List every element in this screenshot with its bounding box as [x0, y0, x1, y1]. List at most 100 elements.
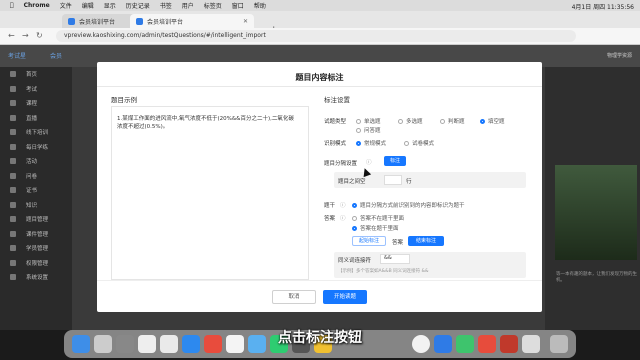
- sidebar-item[interactable]: 线下培训: [0, 125, 72, 140]
- mac-menubar:  Chrome 文件 编辑 显示 历史记录 书签 用户 标签页 窗口 帮助 4…: [0, 0, 640, 11]
- sidebar-icon: [10, 143, 16, 150]
- split-label: 题目分隔设置: [324, 161, 358, 167]
- divider: [97, 86, 542, 87]
- reload-icon[interactable]: ↻: [36, 31, 43, 40]
- sidebar-item[interactable]: 课程: [0, 96, 72, 111]
- help-icon[interactable]: ⓘ: [366, 158, 372, 166]
- sidebar-item[interactable]: 活动: [0, 154, 72, 169]
- mode-label: 识别模式: [324, 141, 347, 147]
- example-title: 题目示例: [111, 96, 137, 104]
- close-icon[interactable]: ✕: [243, 18, 248, 25]
- sep-row: 同义词连接符 && 【示例】多个答案如A&&B 同义词连接符 &&: [334, 252, 526, 278]
- menu-item[interactable]: 帮助: [254, 1, 266, 10]
- between-label: 题目之间空: [338, 179, 366, 185]
- radio-circle: [352, 215, 357, 221]
- start-mark-button[interactable]: 起始标注: [352, 236, 386, 246]
- menu-item[interactable]: 用户: [182, 1, 194, 10]
- radio-single[interactable]: 单选题: [356, 117, 381, 125]
- mark-button[interactable]: 标注: [384, 156, 406, 166]
- browser-tab-active[interactable]: 会员培训平台 ✕: [130, 14, 254, 28]
- modal-title: 题目内容标注: [295, 73, 344, 82]
- radio-answer-outside[interactable]: 答案不在题干里面: [352, 214, 404, 222]
- radio-circle: [398, 118, 403, 124]
- answer-word: 答案: [392, 240, 404, 246]
- sidebar-icon: [10, 230, 16, 237]
- sidebar-item[interactable]: 直播: [0, 111, 72, 126]
- menu-item[interactable]: 编辑: [82, 1, 94, 10]
- sidebar-item[interactable]: 问卷: [0, 169, 72, 184]
- radio-fill[interactable]: 填空题: [480, 117, 505, 125]
- sidebar-icon: [10, 85, 16, 92]
- sidebar-item[interactable]: 学员管理: [0, 241, 72, 256]
- cancel-button[interactable]: 取消: [272, 290, 316, 304]
- end-mark-button[interactable]: 结束标注: [408, 236, 444, 246]
- favicon-icon: [136, 17, 143, 25]
- apple-icon[interactable]: : [10, 2, 14, 9]
- radio-normal-mode[interactable]: 常规模式: [356, 139, 386, 147]
- user-name[interactable]: 物理学资源: [607, 52, 632, 59]
- radio-circle: [440, 118, 445, 124]
- stem-label: 题干: [324, 203, 336, 209]
- sidebar: 首页 考试 课程 直播 线下培训 每日学练 活动 问卷 证书 知识 题目管理 课…: [0, 67, 72, 330]
- menu-item[interactable]: 文件: [60, 1, 72, 10]
- menu-item[interactable]: 窗口: [232, 1, 244, 10]
- help-icon[interactable]: ⓘ: [340, 201, 346, 209]
- sidebar-item[interactable]: 首页: [0, 67, 72, 82]
- browser-tabbar: 会员培训平台✕ 会员培训平台✕ +: [0, 11, 640, 35]
- settings-panel: 试题类型 单选题 多选题 判断题 填空题 问答题 识别模式 常规模式 试卷模式 …: [322, 106, 527, 278]
- sidebar-icon: [10, 245, 16, 251]
- between-unit: 行: [406, 179, 412, 185]
- sidebar-item[interactable]: 证书: [0, 183, 72, 198]
- radio-circle-selected: [356, 140, 361, 146]
- sidebar-item[interactable]: 每日学练: [0, 140, 72, 155]
- menubar-clock: 4月1日 周四 11:35:56: [571, 4, 634, 11]
- menu-app[interactable]: Chrome: [24, 2, 50, 9]
- menu-item[interactable]: 历史记录: [126, 1, 150, 10]
- radio-essay[interactable]: 问答题: [356, 126, 381, 134]
- example-box[interactable]: 1.某煤工作面的进风流中,氧气浓度不低于(20%&&百分之二十),二氧化碳浓度不…: [111, 106, 309, 280]
- sidebar-item[interactable]: 知识: [0, 198, 72, 213]
- between-input[interactable]: [384, 175, 402, 185]
- back-icon[interactable]: ←: [8, 31, 15, 40]
- radio-answer-inside[interactable]: 答案在题干里面: [352, 224, 399, 232]
- address-bar-row: ← → ↻ vpreview.kaoshixing.com/admin/test…: [0, 28, 640, 45]
- stem-check[interactable]: 题目分隔方式前识别到的内容即标识为题干: [352, 201, 465, 209]
- site-sub-logo: 会员: [50, 53, 63, 60]
- menu-item[interactable]: 标签页: [204, 1, 222, 10]
- forward-icon[interactable]: →: [22, 31, 29, 40]
- menu-item[interactable]: 显示: [104, 1, 116, 10]
- site-logo[interactable]: 考试星: [8, 51, 26, 60]
- sep-label: 同义词连接符: [338, 258, 372, 264]
- example-text[interactable]: 1.某煤工作面的进风流中,氧气浓度不低于(20%&&百分之二十),二氧化碳浓度不…: [117, 115, 297, 131]
- sidebar-icon: [10, 158, 16, 164]
- radio-multi[interactable]: 多选题: [398, 117, 423, 125]
- sidebar-item[interactable]: 课件管理: [0, 227, 72, 242]
- answer-label: 答案: [324, 216, 336, 222]
- sidebar-item[interactable]: 权限管理: [0, 256, 72, 271]
- sep-input[interactable]: &&: [380, 254, 410, 264]
- sidebar-icon: [10, 274, 16, 280]
- sidebar-icon: [10, 187, 16, 193]
- right-panel-text: 等一本有趣的题本，让我们发现万物的生机。: [556, 272, 637, 283]
- radio-paper-mode[interactable]: 试卷模式: [404, 139, 434, 147]
- sidebar-item[interactable]: 系统设置: [0, 270, 72, 285]
- sidebar-item[interactable]: 考试: [0, 82, 72, 97]
- radio-judge[interactable]: 判断题: [440, 117, 465, 125]
- url-field[interactable]: vpreview.kaoshixing.com/admin/testQuesti…: [56, 30, 576, 42]
- radio-circle-selected: [480, 118, 485, 124]
- video-thumbnail[interactable]: [555, 165, 637, 260]
- radio-circle: [356, 127, 361, 133]
- radio-circle-selected: [352, 225, 357, 231]
- menu-item[interactable]: 书签: [160, 1, 172, 10]
- radio-circle: [356, 118, 361, 124]
- help-icon[interactable]: ⓘ: [340, 214, 346, 222]
- sidebar-item[interactable]: 题目管理: [0, 212, 72, 227]
- sidebar-icon: [10, 201, 16, 208]
- sidebar-icon: [10, 71, 16, 77]
- sidebar-icon: [10, 216, 16, 222]
- start-button[interactable]: 开始读题: [323, 290, 367, 304]
- sidebar-icon: [10, 100, 16, 106]
- favicon-icon: [68, 17, 75, 25]
- radio-circle: [404, 140, 409, 146]
- video-caption: 点击标注按钮: [278, 330, 362, 346]
